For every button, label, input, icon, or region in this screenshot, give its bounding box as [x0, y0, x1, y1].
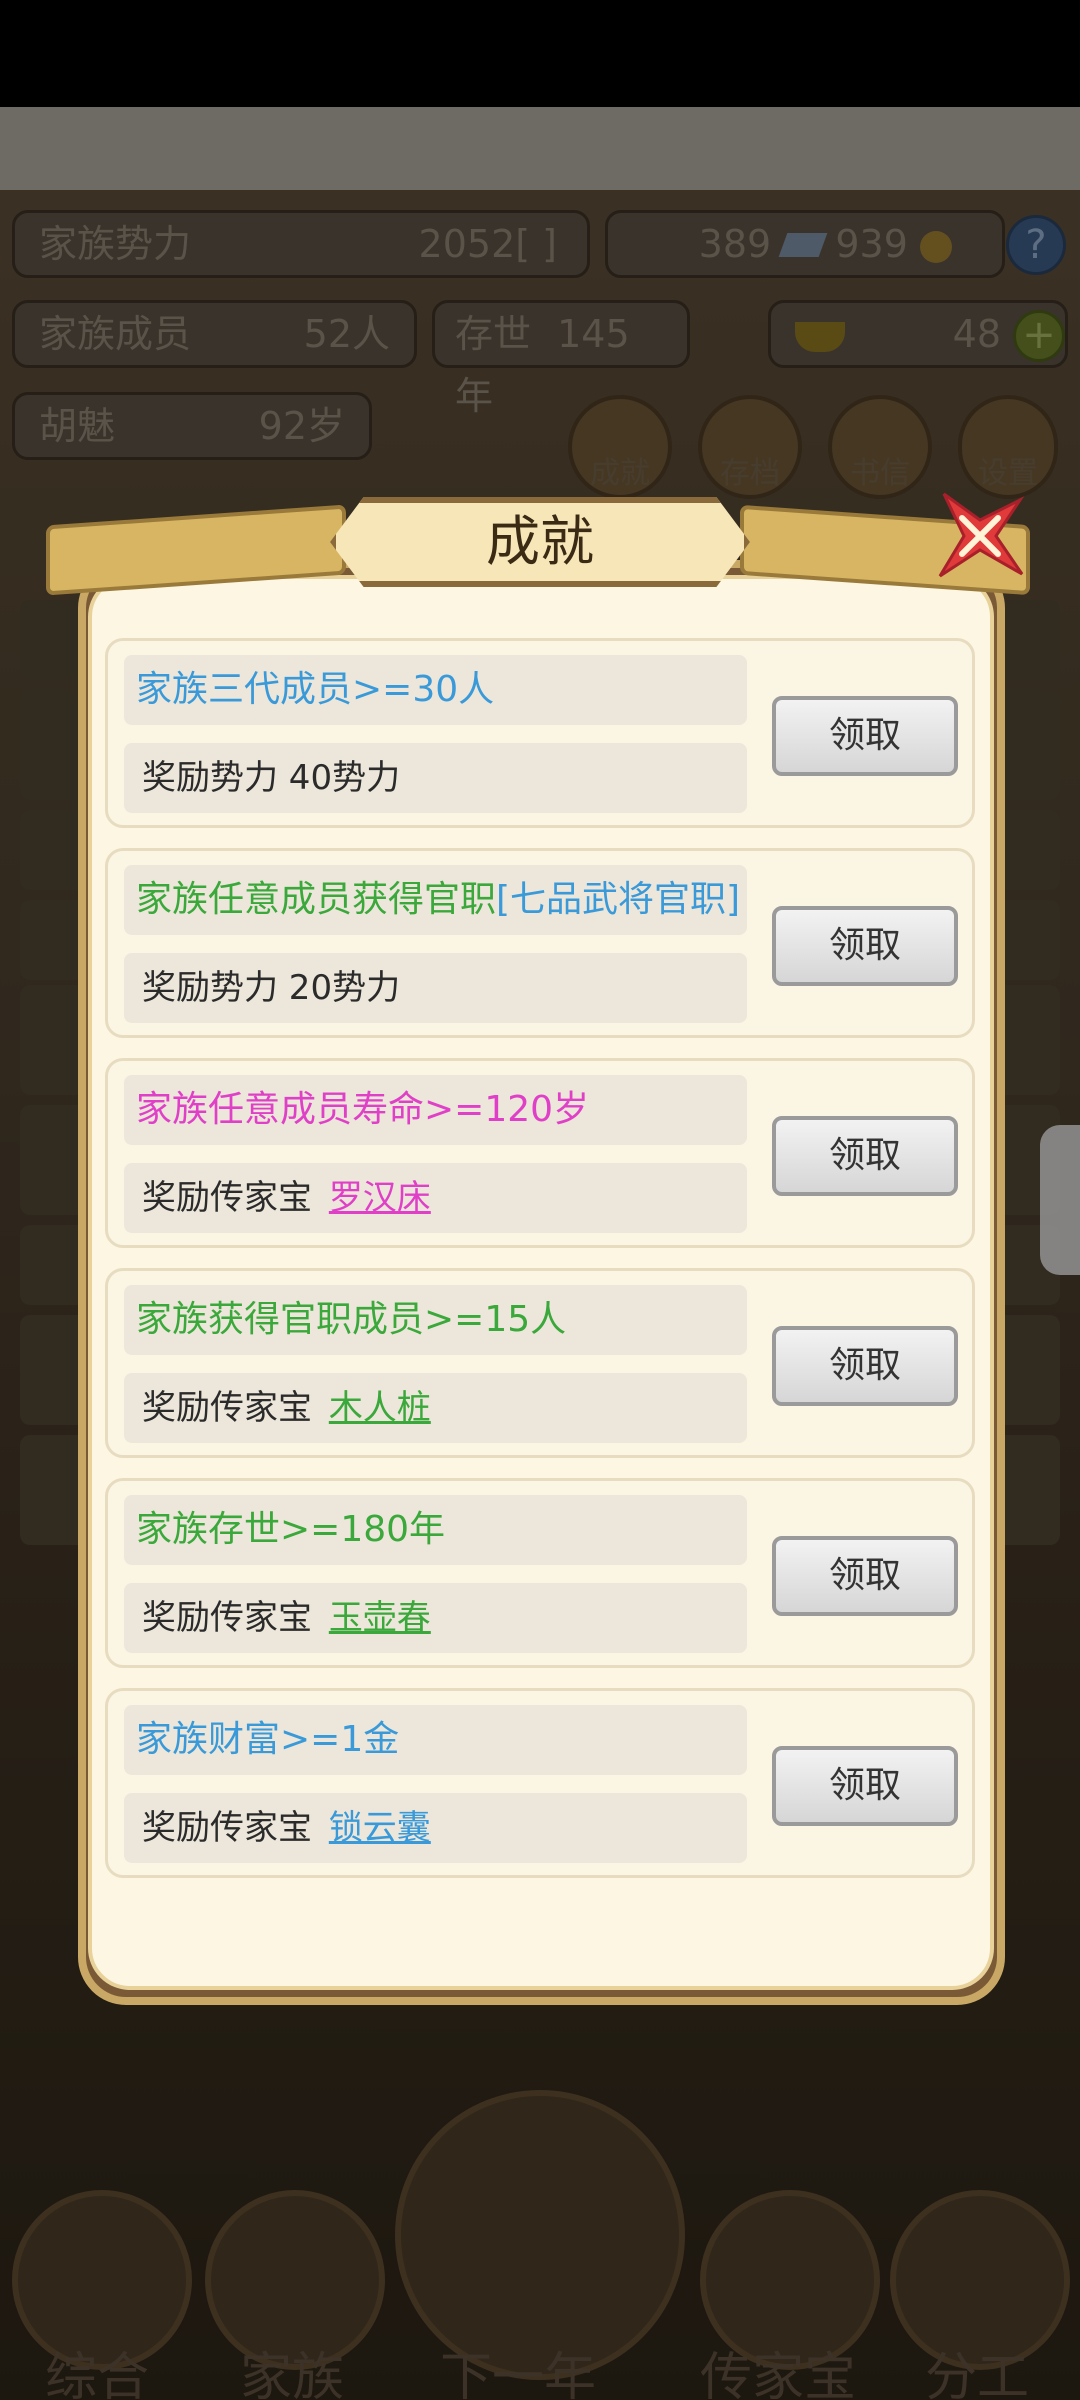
- reward-text: 奖励传家宝: [142, 1178, 312, 1218]
- condition-text: 家族获得官职成员>=15人: [136, 1299, 567, 1340]
- side-drawer-handle[interactable]: [1040, 1125, 1080, 1275]
- claim-label: 领取: [828, 1135, 901, 1176]
- reward-text: 奖励势力 40势力: [142, 758, 401, 798]
- achievement-condition: 家族任意成员获得官职[七品武将官职]: [124, 865, 747, 935]
- achievement-card: 家族获得官职成员>=15人 奖励传家宝 木人桩 领取: [105, 1268, 975, 1458]
- achievement-reward: 奖励传家宝 木人桩: [124, 1373, 747, 1443]
- condition-text: 家族存世>=180年: [136, 1509, 446, 1550]
- top-band: [0, 107, 1080, 190]
- reward-text: 奖励传家宝: [142, 1388, 312, 1428]
- achievement-card: 家族任意成员获得官职[七品武将官职] 奖励势力 20势力 领取: [105, 848, 975, 1038]
- claim-button[interactable]: 领取: [772, 696, 958, 776]
- achievement-card: 家族存世>=180年 奖励传家宝 玉壶春 领取: [105, 1478, 975, 1668]
- achievement-condition: 家族财富>=1金: [124, 1705, 747, 1775]
- achievement-condition: 家族存世>=180年: [124, 1495, 747, 1565]
- condition-text: 家族任意成员获得官职: [136, 879, 497, 920]
- reward-text: 奖励传家宝: [142, 1598, 312, 1638]
- claim-label: 领取: [828, 1765, 901, 1806]
- claim-label: 领取: [828, 1345, 901, 1386]
- claim-button[interactable]: 领取: [772, 1536, 958, 1616]
- modal-title: 成就: [486, 510, 594, 573]
- achievement-card: 家族三代成员>=30人 奖励势力 40势力 领取: [105, 638, 975, 828]
- reward-text: 奖励势力 20势力: [142, 968, 401, 1008]
- achievement-reward: 奖励势力 20势力: [124, 953, 747, 1023]
- condition-extra-text: [七品武将官职]: [496, 879, 741, 920]
- achievement-reward: 奖励传家宝 罗汉床: [124, 1163, 747, 1233]
- achievement-reward: 奖励传家宝 锁云囊: [124, 1793, 747, 1863]
- condition-text: 家族三代成员>=30人: [136, 669, 495, 710]
- achievement-reward: 奖励势力 40势力: [124, 743, 747, 813]
- condition-text: 家族财富>=1金: [136, 1719, 400, 1760]
- condition-text: 家族任意成员寿命>=120岁: [136, 1089, 590, 1130]
- close-button[interactable]: [934, 490, 1026, 582]
- achievement-condition: 家族任意成员寿命>=120岁: [124, 1075, 747, 1145]
- reward-text: 奖励传家宝: [142, 1808, 312, 1848]
- claim-button[interactable]: 领取: [772, 906, 958, 986]
- claim-label: 领取: [828, 925, 901, 966]
- status-bar: [0, 0, 1080, 107]
- claim-button[interactable]: 领取: [772, 1746, 958, 1826]
- claim-button[interactable]: 领取: [772, 1326, 958, 1406]
- achievement-condition: 家族三代成员>=30人: [124, 655, 747, 725]
- achievement-condition: 家族获得官职成员>=15人: [124, 1285, 747, 1355]
- reward-item-link[interactable]: 木人桩: [329, 1388, 431, 1428]
- achievement-card: 家族任意成员寿命>=120岁 奖励传家宝 罗汉床 领取: [105, 1058, 975, 1248]
- achievement-card: 家族财富>=1金 奖励传家宝 锁云囊 领取: [105, 1688, 975, 1878]
- achievement-reward: 奖励传家宝 玉壶春: [124, 1583, 747, 1653]
- claim-button[interactable]: 领取: [772, 1116, 958, 1196]
- claim-label: 领取: [828, 715, 901, 756]
- reward-item-link[interactable]: 玉壶春: [329, 1598, 431, 1638]
- reward-item-link[interactable]: 锁云囊: [329, 1808, 431, 1848]
- close-icon: [938, 492, 1025, 578]
- claim-label: 领取: [828, 1555, 901, 1596]
- reward-item-link[interactable]: 罗汉床: [329, 1178, 431, 1218]
